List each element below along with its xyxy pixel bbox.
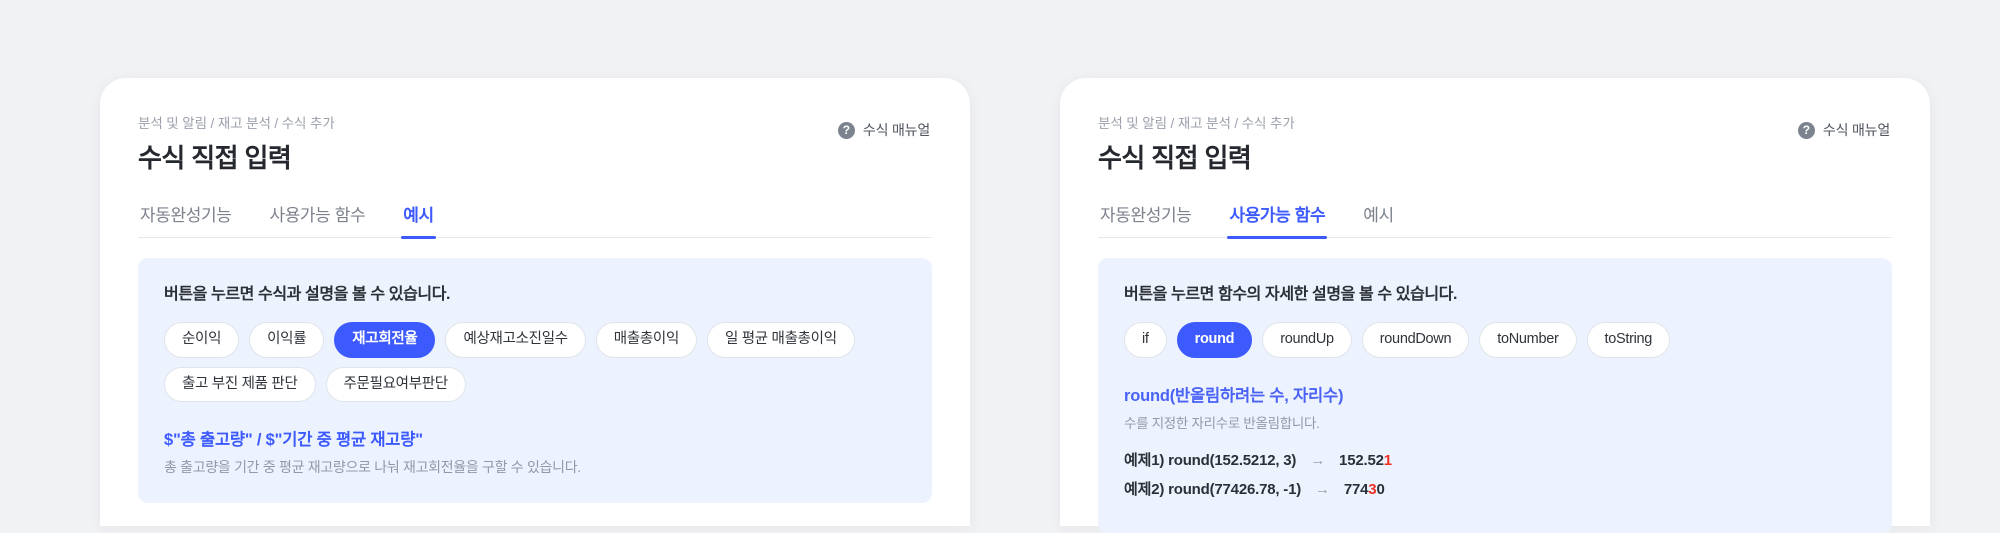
chip-daily-avg-gross-profit[interactable]: 일 평균 매출총이익 bbox=[706, 322, 855, 358]
chip-reorder-needed[interactable]: 주문필요여부판단 bbox=[325, 366, 466, 403]
example-result-highlight: 1 bbox=[1383, 451, 1392, 469]
chip-tostring[interactable]: toString bbox=[1586, 322, 1671, 358]
tab-examples[interactable]: 예시 bbox=[1361, 201, 1395, 237]
chip-if[interactable]: if bbox=[1124, 322, 1167, 358]
page-title: 수식 직접 입력 bbox=[1098, 143, 1252, 173]
arrow-right-icon: → bbox=[1315, 480, 1330, 498]
function-example-row: 예제1) round(152.5212, 3) → 152.521 bbox=[1124, 449, 1866, 470]
panel-heading: 버튼을 누르면 수식과 설명을 볼 수 있습니다. bbox=[164, 286, 451, 303]
chip-tonumber[interactable]: toNumber bbox=[1479, 322, 1577, 358]
example-result: 77430 bbox=[1344, 481, 1385, 498]
chip-round[interactable]: round bbox=[1176, 322, 1253, 358]
function-description: 수를 지정한 자리수로 반올림합니다. bbox=[1124, 415, 1320, 431]
breadcrumb: 분석 및 알림 / 재고 분석 / 수식 추가 bbox=[1098, 116, 1295, 131]
formula-expression: $"총 출고량" / $"기간 중 평균 재고량" bbox=[164, 431, 423, 450]
chip-net-profit[interactable]: 순이익 bbox=[164, 322, 240, 358]
example-result: 152.521 bbox=[1339, 452, 1392, 469]
panel-heading: 버튼을 누르면 함수의 자세한 설명을 볼 수 있습니다. bbox=[1124, 286, 1458, 303]
formula-card-functions: 분석 및 알림 / 재고 분석 / 수식 추가 수식 직접 입력 ? 수식 매뉴… bbox=[1060, 78, 1930, 533]
formula-manual-label: 수식 매뉴얼 bbox=[1822, 122, 1890, 138]
examples-panel: 버튼을 누르면 수식과 설명을 볼 수 있습니다. 순이익 이익률 재고회전율 … bbox=[138, 258, 932, 504]
chip-roundup[interactable]: roundUp bbox=[1262, 322, 1352, 358]
metric-chip-list: 순이익 이익률 재고회전율 예상재고소진일수 매출총이익 일 평균 매출총이익 … bbox=[164, 322, 906, 403]
formula-description: 총 출고량을 기간 중 평균 재고량으로 나눠 재고회전율을 구할 수 있습니다… bbox=[164, 459, 581, 476]
chip-rounddown[interactable]: roundDown bbox=[1361, 322, 1470, 358]
page-title: 수식 직접 입력 bbox=[138, 143, 292, 173]
question-circle-icon: ? bbox=[837, 121, 855, 139]
formula-manual-link[interactable]: ? 수식 매뉴얼 bbox=[1797, 120, 1890, 140]
example-call: 예제1) round(152.5212, 3) bbox=[1124, 451, 1297, 469]
example-result-tail: 0 bbox=[1376, 480, 1385, 498]
function-detail: round(반올림하려는 수, 자리수) 수를 지정한 자리수로 반올림합니다.… bbox=[1124, 382, 1866, 499]
chip-expected-stockout-days[interactable]: 예상재고소진일수 bbox=[445, 322, 586, 358]
function-chip-list: if round roundUp roundDown toNumber toSt… bbox=[1124, 322, 1866, 358]
tab-bar: 자동완성기능 사용가능 함수 예시 bbox=[138, 201, 932, 239]
formula-detail: $"총 출고량" / $"기간 중 평균 재고량" 총 출고량을 기간 중 평균… bbox=[164, 426, 906, 477]
formula-manual-label: 수식 매뉴얼 bbox=[862, 122, 930, 138]
tab-autocomplete[interactable]: 자동완성기능 bbox=[1098, 201, 1193, 237]
chip-slow-moving-product[interactable]: 출고 부진 제품 판단 bbox=[164, 366, 316, 403]
tab-autocomplete[interactable]: 자동완성기능 bbox=[138, 201, 233, 237]
example-result-plain: 152.52 bbox=[1339, 451, 1384, 469]
function-signature: round(반올림하려는 수, 자리수) bbox=[1124, 386, 1344, 405]
tab-available-functions[interactable]: 사용가능 함수 bbox=[267, 201, 367, 237]
screen-root: 분석 및 알림 / 재고 분석 / 수식 추가 수식 직접 입력 ? 수식 매뉴… bbox=[0, 0, 2000, 533]
formula-manual-link[interactable]: ? 수식 매뉴얼 bbox=[837, 120, 930, 140]
formula-card-examples: 분석 및 알림 / 재고 분석 / 수식 추가 수식 직접 입력 ? 수식 매뉴… bbox=[100, 78, 970, 526]
example-call: 예제2) round(77426.78, -1) bbox=[1124, 480, 1302, 498]
tab-examples[interactable]: 예시 bbox=[401, 201, 437, 239]
breadcrumb: 분석 및 알림 / 재고 분석 / 수식 추가 bbox=[138, 116, 335, 131]
tab-bar: 자동완성기능 사용가능 함수 예시 bbox=[1098, 201, 1892, 239]
question-circle-icon: ? bbox=[1797, 121, 1815, 139]
chip-profit-rate[interactable]: 이익률 bbox=[249, 322, 325, 358]
functions-panel: 버튼을 누르면 함수의 자세한 설명을 볼 수 있습니다. if round r… bbox=[1098, 258, 1892, 533]
tab-available-functions[interactable]: 사용가능 함수 bbox=[1227, 201, 1327, 239]
chip-gross-profit[interactable]: 매출총이익 bbox=[595, 322, 697, 358]
chip-inventory-turnover[interactable]: 재고회전율 bbox=[334, 322, 436, 358]
arrow-right-icon: → bbox=[1310, 451, 1326, 469]
function-example-row: 예제2) round(77426.78, -1) → 77430 bbox=[1124, 478, 1866, 499]
example-result-plain: 774 bbox=[1343, 480, 1369, 498]
